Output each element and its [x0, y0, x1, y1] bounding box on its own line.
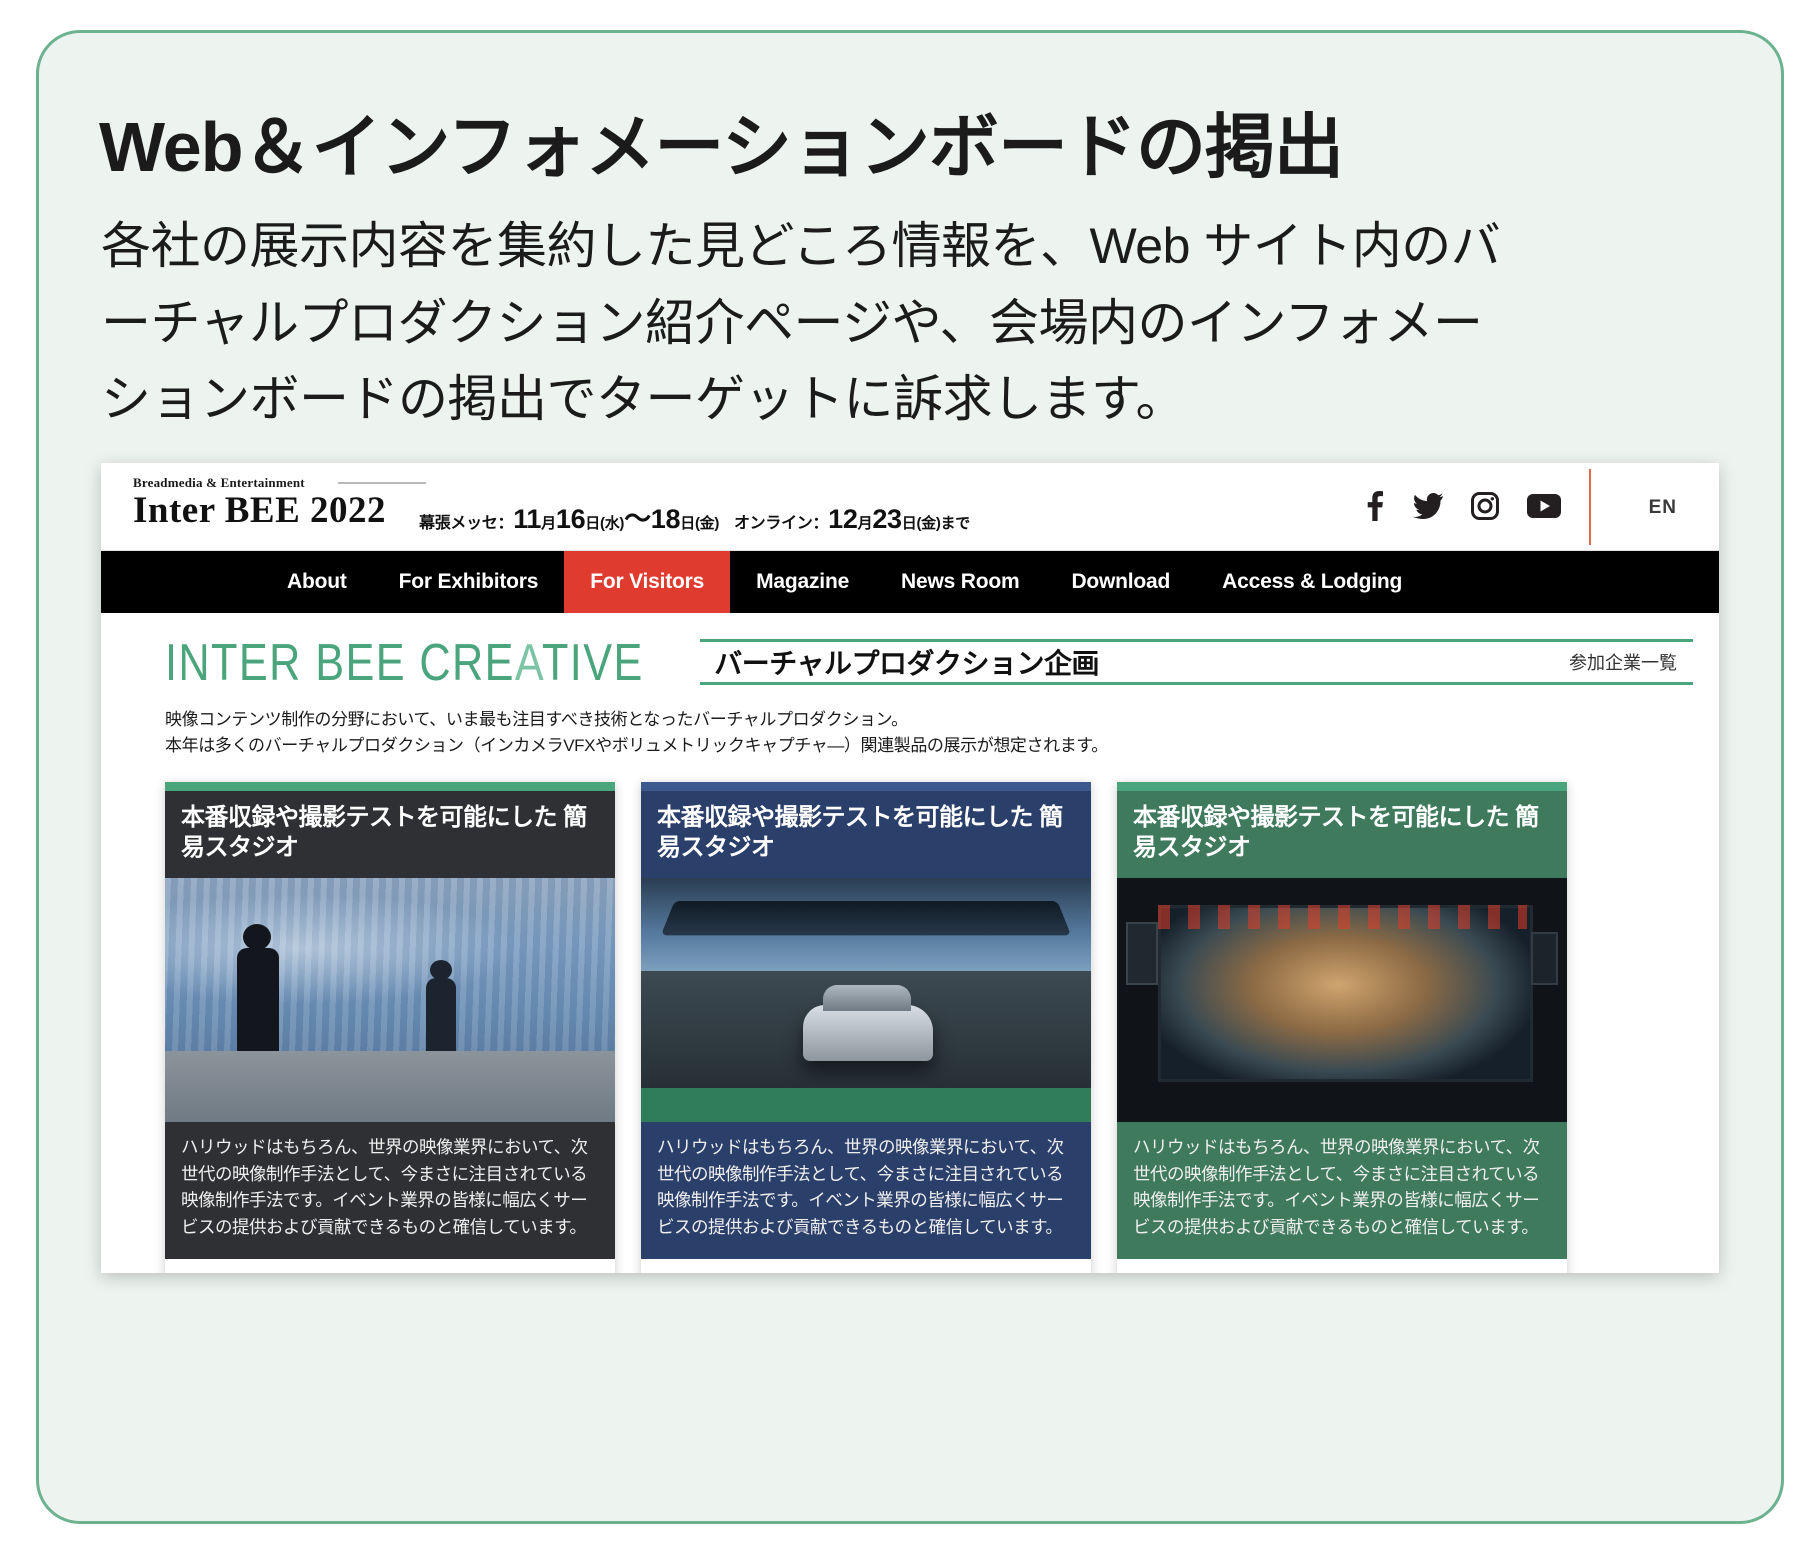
slide-panel: Web＆インフォメーションボードの掲出 各社の展示内容を集約した見どころ情報を、… [36, 30, 1784, 1524]
venue-day-end-unit: 日 [680, 515, 695, 532]
brand-tagline: Breadmedia & Entertainment [133, 475, 427, 491]
creative-logo-tail: TIVE [541, 632, 644, 692]
creative-description-line2: 本年は多くのバーチャルプロダクション（インカメラVFXやボリュメトリックキャプチ… [165, 736, 1108, 756]
main-navigation: About For Exhibitors For Visitors Magazi… [101, 551, 1719, 613]
side-monitor [1126, 922, 1158, 986]
venue-day-start: 16 [555, 504, 586, 534]
creative-logo-main: INTER BEE CRE [165, 632, 515, 692]
card-body-text: ハリウッドはもちろん、世界の映像業界において、次世代の映像制作手法として、今まさ… [1117, 1122, 1567, 1259]
card-title: 本番収録や撮影テストを可能にした 簡易スタジオ [165, 790, 615, 879]
venue-day-unit: 日 [585, 515, 600, 532]
card-footer: ABCD Camera 株式会社 小間番号：0000 LI CA [1117, 1258, 1567, 1274]
site-logo[interactable]: Breadmedia & Entertainment Inter BEE 202… [133, 475, 427, 531]
creative-section-header: INTER BEE CREATIVE バーチャルプロダクション企画 参加企業一覧 [101, 631, 1719, 693]
card-company-name: Virtual studio corporation [657, 1273, 947, 1274]
online-day-unit: 日 [901, 515, 917, 532]
brand-name: Inter BEE 2022 [133, 490, 387, 531]
card-topbar [165, 781, 615, 791]
card-photo [1117, 878, 1567, 1123]
creative-subtitle-bar: バーチャルプロダクション企画 参加企業一覧 [700, 639, 1693, 685]
embedded-website-screenshot: Breadmedia & Entertainment Inter BEE 202… [101, 463, 1719, 1273]
card-body-text: ハリウッドはもちろん、世界の映像業界において、次世代の映像制作手法として、今まさ… [641, 1122, 1091, 1259]
online-label: オンライン： [733, 515, 829, 532]
car-object [803, 985, 933, 1061]
venue-day-end-dow: (金) [694, 515, 720, 532]
nav-item-download[interactable]: Download [1045, 551, 1196, 613]
youtube-icon[interactable] [1527, 494, 1561, 518]
card-title: 本番収録や撮影テストを可能にした 簡易スタジオ [641, 790, 1091, 879]
facebook-icon[interactable] [1365, 491, 1385, 521]
card-title: 本番収録や撮影テストを可能にした 簡易スタジオ [1117, 790, 1567, 879]
card-badges: LI CA [1470, 1273, 1553, 1274]
card-topbar [1117, 781, 1567, 791]
venue-month: 11 [513, 504, 542, 534]
site-header: Breadmedia & Entertainment Inter BEE 202… [101, 463, 1719, 551]
online-day-dow: (金) [916, 515, 941, 532]
led-wall-studio-photo [165, 878, 615, 1123]
monitor-wall-photo [1117, 878, 1567, 1123]
creative-description-line1: 映像コンテンツ制作の分野において、いま最も注目すべき技術となったバーチャルプロダ… [165, 710, 908, 729]
header-dates: 幕張メッセ：11月16日(水)〜18日(金) オンライン：12月23日(金)まで [419, 497, 970, 536]
creative-logo-accent: A [514, 632, 542, 692]
card-badges: ST [1039, 1273, 1077, 1274]
green-floor-strip [641, 1087, 1091, 1123]
card-badges: ST [563, 1273, 601, 1274]
online-month-unit: 月 [857, 515, 873, 532]
page-title: Web＆インフォメーションボードの掲出 [99, 108, 1344, 186]
page-description: 各社の展示内容を集約した見どころ情報を、Web サイト内のバーチャルプロダクショ… [101, 218, 1501, 427]
date-range-sep: 〜 [624, 504, 651, 534]
card-topbar [641, 781, 1091, 791]
creative-description: 映像コンテンツ制作の分野において、いま最も注目すべき技術となったバーチャルプロダ… [165, 707, 1719, 760]
inter-bee-creative-logo: INTER BEE CREATIVE [165, 632, 644, 692]
card-photo [165, 878, 615, 1123]
exhibitor-card[interactable]: 本番収録や撮影テストを可能にした 簡易スタジオ ハリウッドはもちろん、世界の映像… [1117, 781, 1567, 1274]
online-suffix: まで [940, 515, 971, 532]
exhibitor-list-link[interactable]: 参加企業一覧 [1569, 649, 1677, 675]
nav-item-access-lodging[interactable]: Access & Lodging [1196, 551, 1428, 613]
exhibitor-card[interactable]: 本番収録や撮影テストを可能にした 簡易スタジオ ハリウッドはもちろん、世界の映像… [165, 781, 615, 1274]
venue-day-start-dow: (水) [600, 515, 625, 532]
exhibitor-card[interactable]: 本番収録や撮影テストを可能にした 簡易スタジオ ハリウッドはもちろん、世界の映像… [641, 781, 1091, 1274]
nav-item-for-exhibitors[interactable]: For Exhibitors [373, 551, 565, 613]
card-footer: 株式会社インカメラワールド 小間番号：0000 ST [165, 1258, 615, 1274]
twitter-icon[interactable] [1413, 493, 1443, 519]
nav-item-about[interactable]: About [261, 551, 373, 613]
creative-subtitle: バーチャルプロダクション企画 [714, 648, 1099, 679]
card-company-name: ABCD Camera 株式会社 [1133, 1273, 1401, 1274]
card-body-text: ハリウッドはもちろん、世界の映像業界において、次世代の映像制作手法として、今まさ… [165, 1122, 615, 1259]
venue-month-unit: 月 [541, 515, 556, 532]
header-divider [1589, 469, 1591, 545]
nav-item-for-visitors[interactable]: For Visitors [564, 551, 731, 613]
exhibitor-card-list: 本番収録や撮影テストを可能にした 簡易スタジオ ハリウッドはもちろん、世界の映像… [165, 781, 1719, 1274]
card-photo [641, 878, 1091, 1123]
venue-label: 幕張メッセ： [419, 515, 514, 532]
online-day: 23 [872, 504, 902, 534]
nav-item-magazine[interactable]: Magazine [730, 551, 875, 613]
side-monitor [1531, 931, 1558, 986]
language-switch-en[interactable]: EN [1649, 497, 1677, 519]
person-silhouette [426, 960, 456, 1057]
nav-item-news-room[interactable]: News Room [875, 551, 1045, 613]
virtual-car-studio-photo [641, 878, 1091, 1123]
social-links [1365, 491, 1561, 521]
person-silhouette [237, 924, 279, 1057]
instagram-icon[interactable] [1471, 492, 1499, 520]
card-company-name: 株式会社インカメラワールド [181, 1273, 498, 1274]
card-footer: Virtual studio corporation 小間番号：0000 ST [641, 1258, 1091, 1274]
venue-day-end: 18 [650, 504, 681, 534]
online-month: 12 [828, 504, 858, 534]
